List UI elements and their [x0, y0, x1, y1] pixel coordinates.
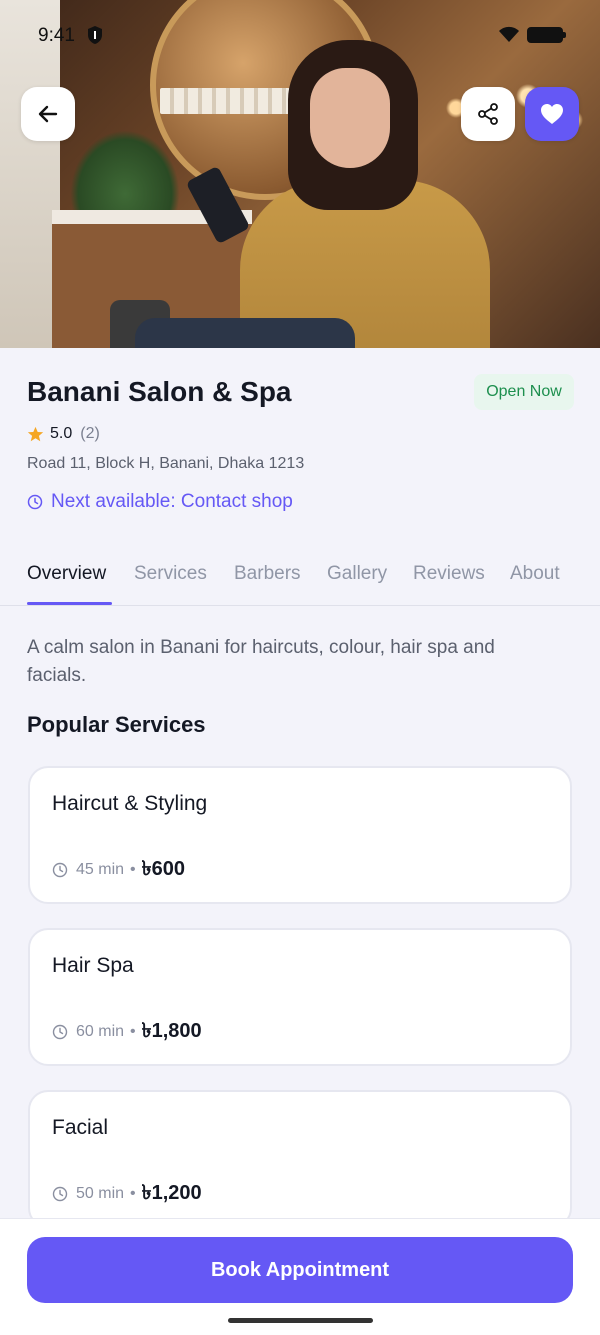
service-name: Hair Spa [52, 954, 134, 977]
rating-value: 5.0 [50, 425, 73, 442]
tab-services[interactable]: Services [134, 563, 207, 585]
status-time: 9:41 [38, 25, 75, 46]
service-card[interactable]: Facial 50 min • ৳1,200 [28, 1090, 572, 1228]
service-name: Facial [52, 1116, 109, 1139]
clock-icon [52, 1024, 68, 1040]
home-indicator[interactable] [228, 1318, 373, 1323]
tab-barbers[interactable]: Barbers [234, 563, 301, 585]
tab-bar: Overview Services Barbers Gallery Review… [0, 560, 600, 606]
salon-name: Banani Salon & Spa [27, 376, 292, 407]
favorite-button[interactable] [525, 87, 579, 141]
clock-icon [52, 1186, 68, 1202]
separator-dot: • [130, 861, 136, 878]
clock-icon [52, 862, 68, 878]
service-duration: 45 min [76, 861, 125, 878]
service-duration: 60 min [76, 1023, 125, 1040]
service-price: ৳1,200 [141, 1181, 202, 1204]
service-name: Haircut & Styling [52, 792, 208, 815]
service-price: ৳1,800 [141, 1019, 202, 1042]
service-meta: 60 min • ৳1,800 [52, 1020, 202, 1044]
separator-dot: • [130, 1023, 136, 1040]
wifi-icon [499, 26, 519, 42]
shield-icon [88, 26, 102, 44]
status-bar: 9:41 [0, 0, 600, 70]
battery-icon [527, 27, 566, 43]
salon-description: A calm salon in Banani for haircuts, col… [27, 637, 495, 686]
tab-gallery[interactable]: Gallery [327, 563, 387, 585]
bottom-action-bar: Book Appointment [0, 1218, 600, 1335]
popular-services-title: Popular Services [27, 712, 206, 737]
tab-active-indicator [27, 602, 112, 605]
service-card[interactable]: Hair Spa 60 min • ৳1,800 [28, 928, 572, 1066]
back-button[interactable] [21, 87, 75, 141]
service-meta: 45 min • ৳600 [52, 858, 185, 882]
tab-about[interactable]: About [510, 563, 560, 585]
tab-reviews[interactable]: Reviews [413, 563, 485, 585]
review-count: (2) [80, 425, 100, 442]
arrow-left-icon [38, 105, 58, 123]
salon-address: Road 11, Block H, Banani, Dhaka 1213 [27, 455, 305, 472]
service-duration: 50 min [76, 1185, 125, 1202]
service-price: ৳600 [141, 857, 185, 880]
share-icon [478, 103, 498, 125]
service-card[interactable]: Haircut & Styling 45 min • ৳600 [28, 766, 572, 904]
status-badge: Open Now [474, 374, 574, 410]
next-available-text: Next available: Contact shop [51, 491, 293, 512]
separator-dot: • [130, 1185, 136, 1202]
heart-icon [541, 104, 563, 124]
next-available-link[interactable]: Next available: Contact shop [27, 490, 293, 514]
service-meta: 50 min • ৳1,200 [52, 1182, 202, 1206]
star-icon [27, 426, 44, 441]
book-appointment-button[interactable]: Book Appointment [27, 1237, 573, 1303]
tab-overview[interactable]: Overview [27, 563, 106, 585]
clock-icon [27, 494, 43, 510]
share-button[interactable] [461, 87, 515, 141]
rating-row[interactable]: 5.0 (2) [27, 424, 100, 444]
